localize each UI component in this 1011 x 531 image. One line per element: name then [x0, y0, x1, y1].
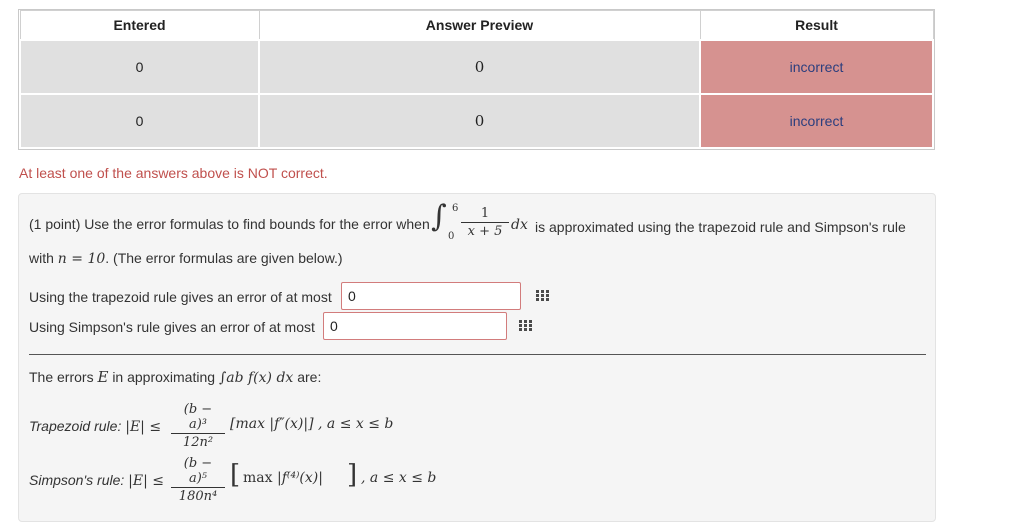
- simpson-error-input[interactable]: [323, 312, 507, 340]
- trapezoid-denominator: 12n²: [182, 435, 214, 450]
- problem-line-2: with n = 10. (The error formulas are giv…: [29, 250, 343, 267]
- integral-lower-limit: 0: [448, 231, 455, 242]
- errors-suffix: are:: [297, 369, 322, 385]
- equation-editor-icon[interactable]: [536, 290, 549, 301]
- trapezoid-formula: Trapezoid rule: |E| ≤: [29, 418, 161, 435]
- trapezoid-question-label: Using the trapezoid rule gives an error …: [29, 289, 332, 305]
- problem-statement: (1 point) Use the error formulas to find…: [29, 216, 430, 232]
- errors-intro: The errors E in approximating ∫ab f(x) d…: [29, 368, 321, 386]
- simpson-numerator: (b − a)⁵: [171, 456, 225, 488]
- header-answer-preview: Answer Preview: [258, 10, 701, 41]
- entered-cell: 0: [19, 39, 260, 95]
- simpson-denominator: 180n⁴: [178, 489, 218, 504]
- simpson-bracket-close: ]: [347, 460, 358, 490]
- line2-suffix: . (The error formulas are given below.): [105, 250, 343, 266]
- simpson-lhs: |E| ≤: [128, 473, 164, 489]
- divider: [29, 354, 926, 355]
- preview-cell: 0: [258, 93, 701, 149]
- simpson-label: Simpson's rule:: [29, 472, 125, 488]
- problem-after-integral: is approximated using the trapezoid rule…: [535, 219, 906, 235]
- table-row: 0 0 incorrect: [19, 39, 934, 95]
- problem-box: (1 point) Use the error formulas to find…: [18, 193, 936, 522]
- integrand-numerator: 1: [461, 206, 509, 223]
- trapezoid-lhs: |E| ≤: [125, 419, 162, 435]
- incorrect-message: At least one of the answers above is NOT…: [19, 165, 328, 181]
- simpson-formula: Simpson's rule: |E| ≤: [29, 472, 164, 489]
- trapezoid-rhs: [max |f″(x)|] , a ≤ x ≤ b: [230, 416, 394, 432]
- result-cell: incorrect: [699, 39, 934, 95]
- entered-cell: 0: [19, 93, 260, 149]
- integral-dx: dx: [511, 217, 528, 233]
- result-cell: incorrect: [699, 93, 934, 149]
- errors-mid: in approximating: [112, 369, 216, 385]
- simpson-fraction: (b − a)⁵ 180n⁴: [171, 456, 225, 504]
- integrand-fraction: 1 x + 5: [461, 206, 509, 239]
- preview-cell: 0: [258, 39, 701, 95]
- integral-upper-limit: 6: [452, 203, 459, 214]
- header-result: Result: [699, 10, 934, 41]
- simpson-bracket-open: [: [230, 460, 241, 490]
- integral-sign: ∫: [431, 199, 447, 234]
- simpson-max: max: [243, 470, 273, 486]
- trapezoid-error-input[interactable]: [341, 282, 521, 310]
- table-row: 0 0 incorrect: [19, 93, 934, 149]
- header-entered: Entered: [19, 10, 260, 41]
- errors-integral: ∫ab f(x) dx: [218, 370, 294, 386]
- n-value: n = 10: [57, 251, 106, 267]
- simpson-question-label: Using Simpson's rule gives an error of a…: [29, 319, 315, 335]
- trapezoid-numerator: (b − a)³: [171, 402, 225, 434]
- problem-intro: (1 point) Use the error formulas to find…: [29, 216, 430, 232]
- errors-e: E: [97, 368, 109, 386]
- equation-editor-icon[interactable]: [519, 320, 532, 331]
- integrand-denominator: x + 5: [467, 224, 503, 239]
- trapezoid-label: Trapezoid rule:: [29, 418, 122, 434]
- trapezoid-fraction: (b − a)³ 12n²: [171, 402, 225, 450]
- line2-prefix: with: [29, 250, 54, 266]
- results-table: Entered Answer Preview Result 0 0 incorr…: [18, 9, 935, 150]
- simpson-fourth-derivative: |f⁽⁴⁾(x)|: [277, 470, 323, 486]
- simpson-rhs-tail: , a ≤ x ≤ b: [361, 470, 437, 486]
- errors-prefix: The errors: [29, 369, 94, 385]
